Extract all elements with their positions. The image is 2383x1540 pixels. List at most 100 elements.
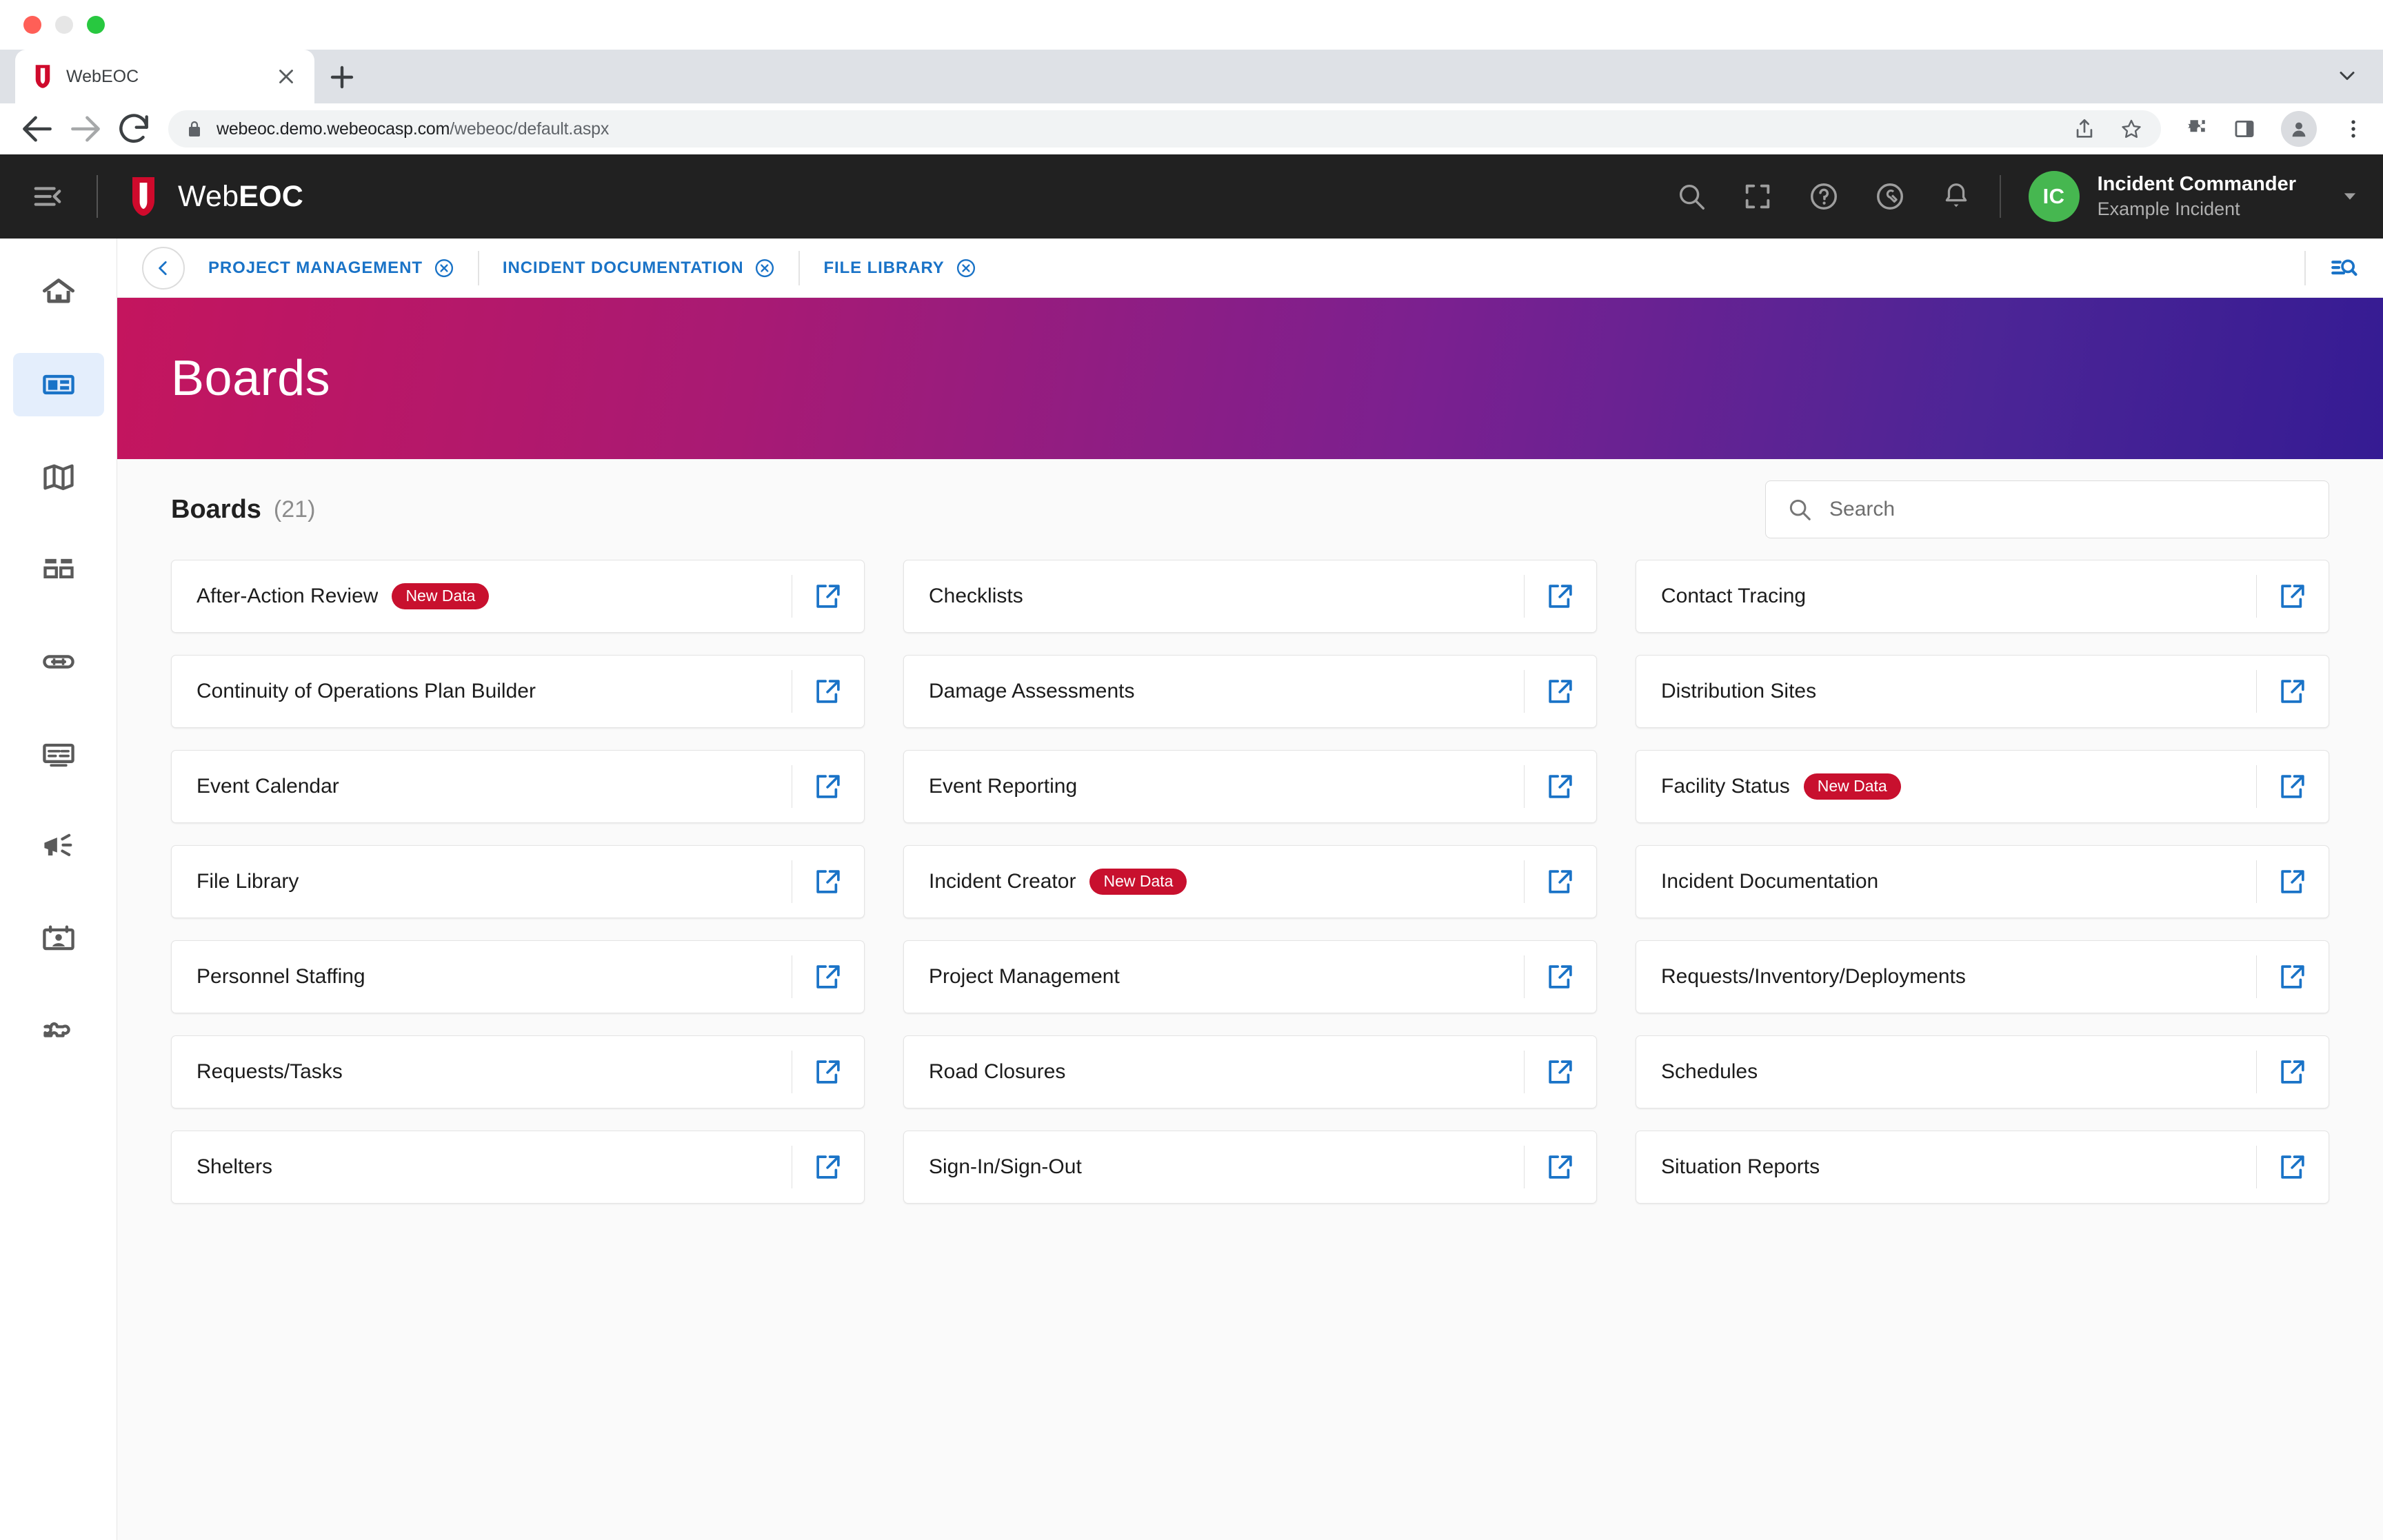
board-card-open-button[interactable]	[1525, 1036, 1596, 1108]
board-card-open-button[interactable]	[2257, 751, 2329, 822]
sidebar-item-boards[interactable]	[12, 353, 104, 416]
board-card-open-button[interactable]	[2257, 656, 2329, 727]
board-card-open-button[interactable]	[2257, 560, 2329, 632]
app-body: PROJECT MANAGEMENT INCIDENT DOCUMENTATIO…	[0, 239, 2383, 1540]
window-traffic-lights	[23, 16, 105, 34]
address-bar-url: webeoc.demo.webeocasp.com/webeoc/default…	[217, 119, 609, 139]
plus-icon[interactable]	[325, 61, 359, 94]
search-icon[interactable]	[1676, 181, 1707, 212]
notifications-bell-icon[interactable]	[1940, 181, 1972, 212]
profile-avatar-icon[interactable]	[2281, 111, 2317, 147]
tools-icon[interactable]	[1874, 181, 1906, 212]
window-close-button[interactable]	[23, 16, 41, 34]
board-card-label: Schedules	[1661, 1060, 1758, 1083]
board-card-open-button[interactable]	[792, 846, 864, 918]
sidebar-item-links[interactable]	[13, 630, 104, 693]
board-card-open-button[interactable]	[1525, 846, 1596, 918]
board-card[interactable]: Facility Status New Data	[1636, 750, 2329, 823]
tabbar-action-divider	[2304, 250, 2306, 285]
board-card-open-button[interactable]	[2257, 1131, 2329, 1203]
board-card[interactable]: File Library	[171, 845, 865, 918]
board-card[interactable]: Project Management	[903, 940, 1597, 1013]
board-card[interactable]: Sign-In/Sign-Out	[903, 1131, 1597, 1204]
board-card-open-button[interactable]	[792, 1131, 864, 1203]
close-icon[interactable]	[274, 65, 298, 88]
side-panel-icon[interactable]	[2233, 117, 2256, 141]
sidebar-item-dashboards[interactable]	[13, 538, 104, 601]
board-card[interactable]: Contact Tracing	[1636, 560, 2329, 633]
board-card[interactable]: Distribution Sites	[1636, 655, 2329, 728]
app-brand[interactable]: WebEOC	[127, 175, 303, 218]
help-icon[interactable]	[1808, 181, 1840, 212]
board-card[interactable]: Event Reporting	[903, 750, 1597, 823]
close-circle-icon[interactable]	[754, 258, 775, 278]
browser-tab[interactable]: WebEOC	[15, 50, 314, 103]
board-card-open-button[interactable]	[792, 656, 864, 727]
open-in-new-icon	[1549, 1060, 1572, 1084]
board-card-open-button[interactable]	[792, 751, 864, 822]
user-menu[interactable]: IC Incident Commander Example Incident	[2028, 171, 2383, 222]
search-input[interactable]	[1829, 498, 2308, 521]
three-dot-menu-icon[interactable]	[2342, 117, 2365, 141]
sidebar-item-home[interactable]	[13, 261, 104, 324]
board-card-open-button[interactable]	[2257, 846, 2329, 918]
board-card-open-button[interactable]	[1525, 560, 1596, 632]
window-maximize-button[interactable]	[87, 16, 105, 34]
sidebar-item-contacts[interactable]	[13, 907, 104, 971]
sidebar-item-maps[interactable]	[13, 445, 104, 509]
board-card[interactable]: Incident Documentation	[1636, 845, 2329, 918]
board-card[interactable]: After-Action Review New Data	[171, 560, 865, 633]
sidebar-item-announcements[interactable]	[13, 815, 104, 878]
browser-address-bar[interactable]: webeoc.demo.webeocasp.com/webeoc/default…	[168, 110, 2161, 148]
sidebar-item-plugins[interactable]	[13, 1000, 104, 1063]
board-card[interactable]: Situation Reports	[1636, 1131, 2329, 1204]
board-card-open-button[interactable]	[1525, 656, 1596, 727]
board-card-label: Incident Creator	[929, 870, 1076, 893]
boards-panel: Boards (21) After-Action Review New Data C…	[117, 459, 2383, 1540]
breadcrumb-tab[interactable]: FILE LIBRARY	[800, 239, 999, 297]
board-card[interactable]: Continuity of Operations Plan Builder	[171, 655, 865, 728]
boards-search[interactable]	[1765, 480, 2329, 538]
back-arrow-icon	[23, 116, 52, 142]
board-card[interactable]: Requests/Inventory/Deployments	[1636, 940, 2329, 1013]
board-card-open-button[interactable]	[2257, 941, 2329, 1013]
board-card[interactable]: Damage Assessments	[903, 655, 1597, 728]
browser-forward-button[interactable]	[66, 110, 105, 148]
breadcrumb-tab[interactable]: PROJECT MANAGEMENT	[185, 239, 478, 297]
browser-reload-button[interactable]	[114, 110, 153, 148]
list-search-icon[interactable]	[2329, 254, 2358, 283]
board-card[interactable]: Shelters	[171, 1131, 865, 1204]
board-card-open-button[interactable]	[1525, 941, 1596, 1013]
board-card[interactable]: Checklists	[903, 560, 1597, 633]
browser-back-button[interactable]	[18, 110, 57, 148]
board-card[interactable]: Road Closures	[903, 1035, 1597, 1108]
board-card[interactable]: Requests/Tasks	[171, 1035, 865, 1108]
window-titlebar	[0, 0, 2383, 50]
board-card-open-button[interactable]	[792, 560, 864, 632]
boards-count: (21)	[273, 496, 316, 523]
share-icon[interactable]	[2073, 117, 2096, 141]
chevron-down-icon[interactable]	[2335, 63, 2360, 88]
star-icon[interactable]	[2120, 117, 2143, 141]
close-circle-icon[interactable]	[434, 258, 454, 278]
board-card-open-button[interactable]	[1525, 751, 1596, 822]
page-title: Boards	[171, 351, 331, 406]
tabbar-back-button[interactable]	[142, 246, 185, 290]
board-card[interactable]: Personnel Staffing	[171, 940, 865, 1013]
puzzle-icon[interactable]	[2184, 117, 2208, 141]
close-circle-icon[interactable]	[956, 258, 976, 278]
board-card[interactable]: Schedules	[1636, 1035, 2329, 1108]
sidebar-item-displays[interactable]	[13, 722, 104, 786]
window-minimize-button[interactable]	[55, 16, 73, 34]
board-card-open-button[interactable]	[2257, 1036, 2329, 1108]
caret-down-icon[interactable]	[2340, 187, 2360, 206]
boards-heading: Boards	[171, 494, 261, 524]
breadcrumb-tab[interactable]: INCIDENT DOCUMENTATION	[479, 239, 799, 297]
hamburger-collapse-icon[interactable]	[28, 176, 68, 216]
board-card-open-button[interactable]	[792, 1036, 864, 1108]
board-card-open-button[interactable]	[1525, 1131, 1596, 1203]
fullscreen-icon[interactable]	[1742, 181, 1773, 212]
board-card-open-button[interactable]	[792, 941, 864, 1013]
board-card[interactable]: Incident Creator New Data	[903, 845, 1597, 918]
board-card[interactable]: Event Calendar	[171, 750, 865, 823]
